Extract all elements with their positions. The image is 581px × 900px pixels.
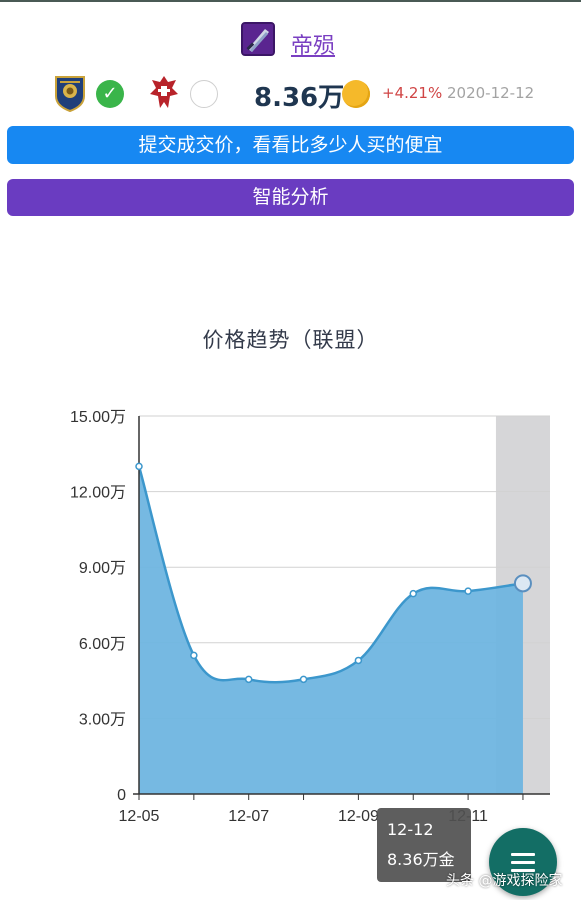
data-point: [409, 589, 417, 598]
data-point: [190, 651, 198, 660]
tooltip-date: 12-12: [387, 820, 434, 839]
data-point: [354, 656, 363, 665]
price-date: 2020-12-12: [447, 84, 535, 102]
item-header: 帝殒: [0, 22, 581, 62]
watermark: 头条 @游戏探险家: [446, 873, 563, 889]
y-tick-label: 6.00万: [79, 636, 126, 653]
data-point: [244, 675, 253, 684]
alliance-lion-icon[interactable]: [54, 74, 86, 113]
price-trend-chart[interactable]: 0 3.00万 6.00万 9.00万 12.00万 15.00万 12-05 12-07 12…: [0, 395, 581, 835]
horde-icon[interactable]: [148, 74, 180, 112]
data-point: [464, 587, 472, 595]
top-border: [0, 0, 581, 2]
price-row: ✓ 8.36万 +4.21% 2020-12-12: [0, 74, 581, 114]
alliance-selected-check-icon[interactable]: ✓: [96, 80, 124, 108]
current-price: 8.36万: [254, 83, 345, 113]
gold-coin-icon: [342, 80, 370, 108]
x-tick-label: 12-07: [228, 808, 269, 825]
data-point: [135, 462, 143, 471]
submit-price-button[interactable]: 提交成交价，看看比多少人买的便宜: [7, 126, 574, 164]
data-point: [299, 675, 308, 684]
y-tick-label: 0: [117, 787, 126, 804]
x-tick-label: 12-05: [119, 808, 160, 825]
data-point: [513, 574, 532, 593]
y-tick-label: 15.00万: [70, 409, 126, 426]
x-tick-label: 12-09: [338, 808, 379, 825]
y-tick-label: 12.00万: [70, 485, 126, 502]
item-name-link[interactable]: 帝殒: [291, 28, 335, 60]
smart-analysis-button[interactable]: 智能分析: [7, 179, 574, 216]
area-fill: [139, 466, 523, 794]
price-change: +4.21%: [382, 84, 443, 102]
y-tick-label: 9.00万: [79, 560, 126, 577]
horde-select-radio[interactable]: [190, 80, 218, 108]
chart-title: 价格趋势（联盟）: [202, 328, 379, 352]
y-tick-label: 3.00万: [79, 711, 126, 728]
sword-icon[interactable]: [241, 22, 275, 56]
